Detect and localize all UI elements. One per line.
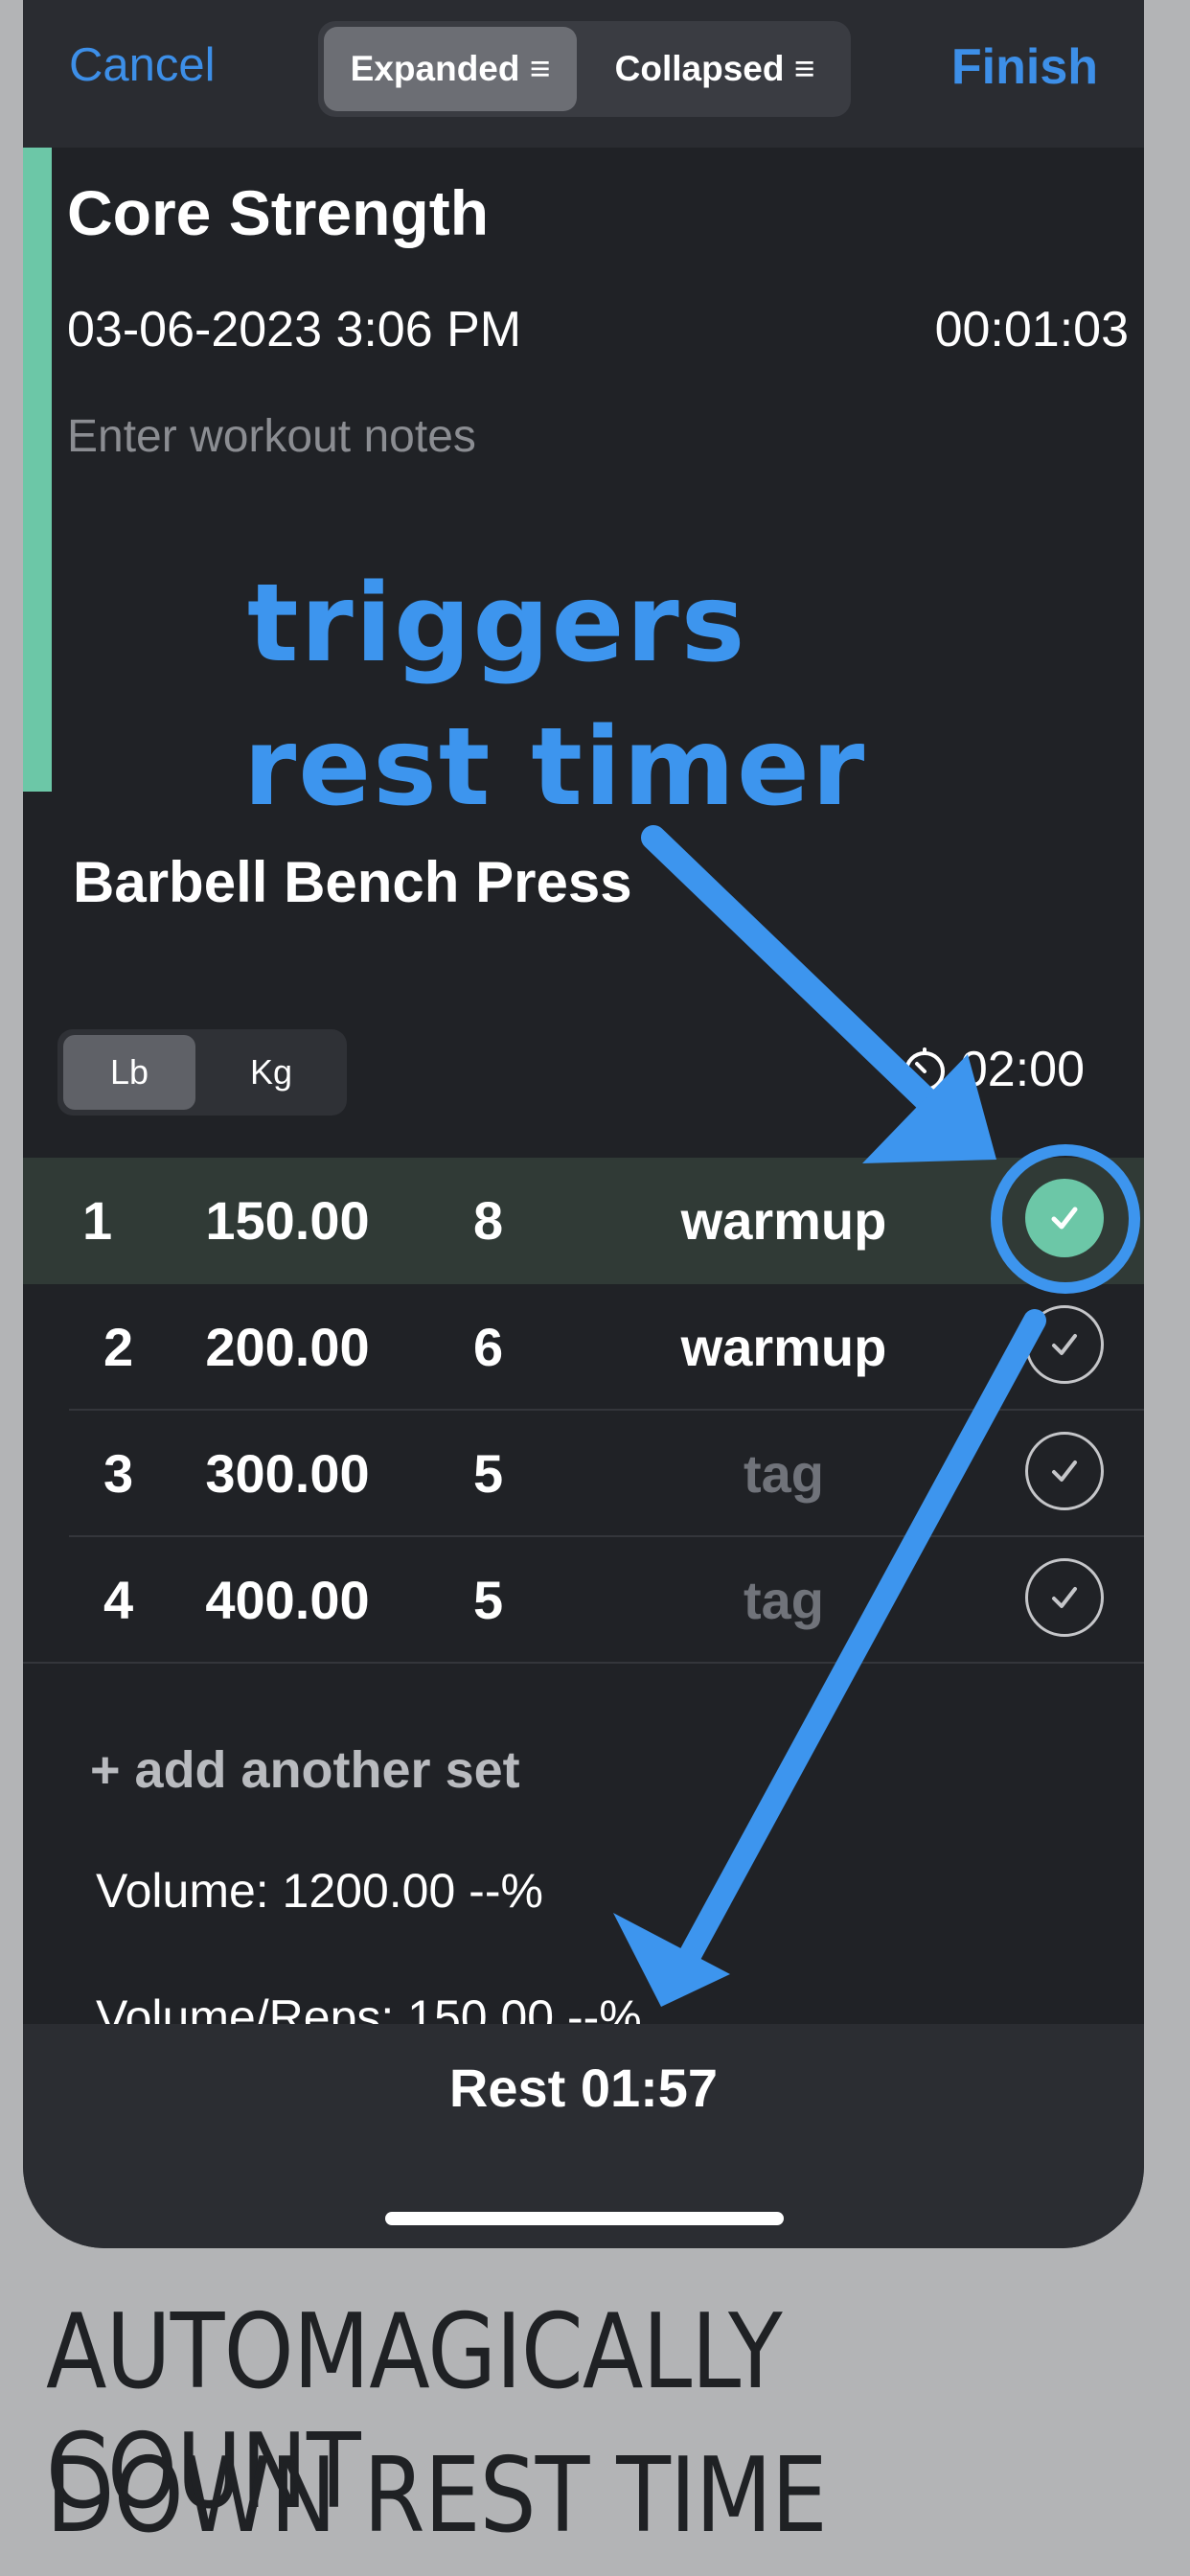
checkbox-highlight-circle xyxy=(991,1144,1140,1294)
caption-line2: DOWN REST TIME xyxy=(46,2436,828,2556)
arrow-to-rest-bar xyxy=(676,1309,1046,1970)
annotation-arrows xyxy=(613,825,1140,2007)
arrow-to-checkbox xyxy=(641,825,961,1134)
